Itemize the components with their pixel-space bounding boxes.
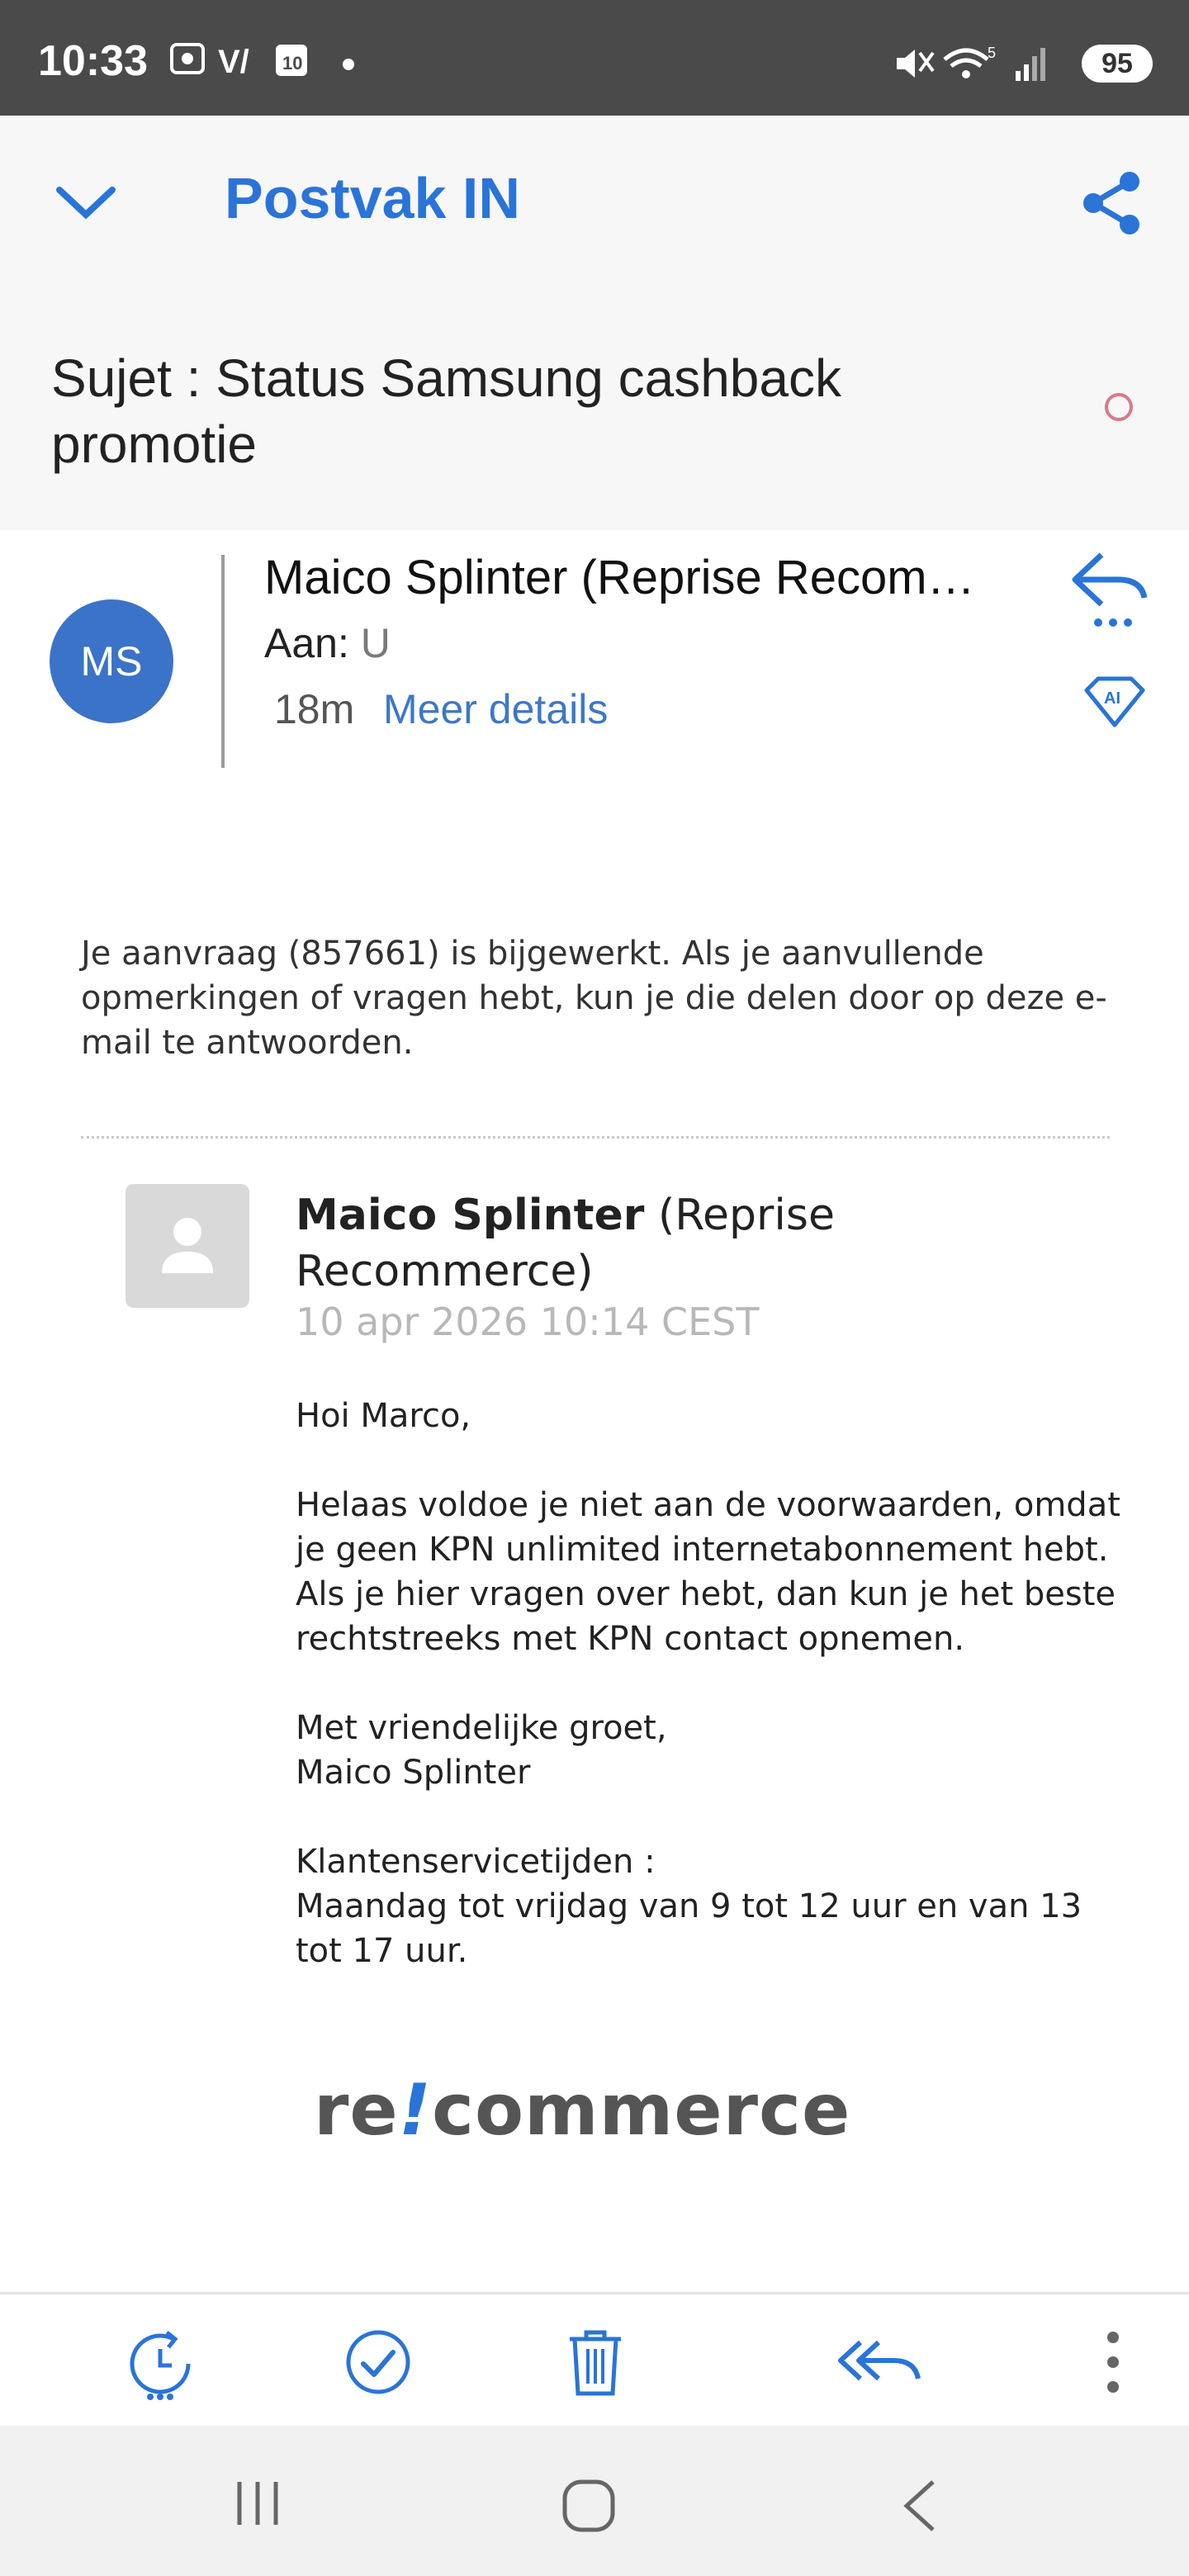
quoted-sender: Maico Splinter (Reprise Recommerce) bbox=[296, 1187, 1088, 1300]
reply-all-icon[interactable] bbox=[836, 2327, 921, 2397]
email-subject: Sujet : Status Samsung cashback promotie bbox=[51, 348, 841, 474]
unread-marker-icon[interactable] bbox=[1105, 393, 1133, 421]
closing: Met vriendelijke groet, Maico Splinter bbox=[296, 1706, 1121, 1795]
received-time: 18m bbox=[274, 686, 355, 732]
sender-name[interactable]: Maico Splinter (Reprise Recom… bbox=[264, 550, 975, 605]
system-nav-bar bbox=[0, 2426, 1189, 2576]
quote-divider bbox=[81, 1136, 1110, 1139]
person-icon bbox=[162, 1218, 213, 1273]
svg-text:10: 10 bbox=[282, 53, 302, 73]
share-icon[interactable] bbox=[1080, 170, 1146, 236]
reply-icon[interactable] bbox=[1068, 547, 1151, 629]
more-details-link[interactable]: Meer details bbox=[383, 685, 608, 733]
svg-text:AI: AI bbox=[1104, 689, 1120, 708]
recommerce-logo: re!commerce bbox=[314, 2069, 851, 2152]
bottom-toolbar bbox=[0, 2292, 1189, 2428]
chevron-down-icon[interactable] bbox=[53, 182, 119, 223]
recent-apps-icon[interactable] bbox=[233, 2479, 282, 2528]
check-icon[interactable] bbox=[343, 2327, 413, 2397]
quoted-sender-name: Maico Splinter bbox=[296, 1191, 645, 1240]
message-paragraph: Helaas voldoe je niet aan de voorwaarden… bbox=[296, 1486, 1120, 1658]
back-icon[interactable] bbox=[902, 2479, 938, 2533]
trash-icon[interactable] bbox=[566, 2327, 624, 2397]
service-hours-title: Klantenservicetijden : bbox=[296, 1843, 656, 1881]
home-icon[interactable] bbox=[561, 2479, 616, 2533]
quoted-date: 10 apr 2026 10:14 CEST bbox=[296, 1300, 760, 1344]
quoted-message: Hoi Marco, Helaas voldoe je niet aan de … bbox=[296, 1394, 1121, 2018]
status-time: 10:33 bbox=[38, 37, 148, 85]
service-hours-text: Maandag tot vrijdag van 9 tot 12 uur en … bbox=[296, 1887, 1082, 1970]
to-value: U bbox=[360, 620, 391, 666]
mail-header: Postvak IN Sujet : Status Samsung cashba… bbox=[0, 116, 1189, 530]
svg-text:5: 5 bbox=[988, 45, 996, 61]
closing-line-1: Met vriendelijke groet, bbox=[296, 1709, 667, 1747]
status-notification-icons: V/ 10 bbox=[170, 43, 354, 80]
person-placeholder-avatar bbox=[126, 1184, 249, 1308]
recipient-line: Aan: U bbox=[264, 619, 391, 667]
svg-text:V/: V/ bbox=[218, 44, 249, 80]
ai-icon[interactable]: AI bbox=[1082, 675, 1148, 730]
greeting: Hoi Marco, bbox=[296, 1397, 471, 1435]
to-label: Aan: bbox=[264, 620, 349, 666]
email-intro: Je aanvraag (857661) is bijgewerkt. Als … bbox=[81, 935, 1107, 1062]
snooze-icon[interactable] bbox=[124, 2327, 198, 2402]
more-vertical-icon[interactable] bbox=[1103, 2327, 1123, 2397]
closing-line-2: Maico Splinter bbox=[296, 1754, 531, 1792]
folder-title[interactable]: Postvak IN bbox=[225, 165, 520, 231]
status-bar: 10:33 V/ 10 5 95 bbox=[0, 0, 1189, 116]
avatar[interactable]: MS bbox=[50, 599, 173, 723]
status-right-icons: 5 bbox=[897, 45, 1045, 81]
service-hours: Klantenservicetijden : Maandag tot vrijd… bbox=[296, 1840, 1121, 1973]
battery-indicator: 95 bbox=[1082, 45, 1153, 83]
divider bbox=[221, 555, 225, 768]
